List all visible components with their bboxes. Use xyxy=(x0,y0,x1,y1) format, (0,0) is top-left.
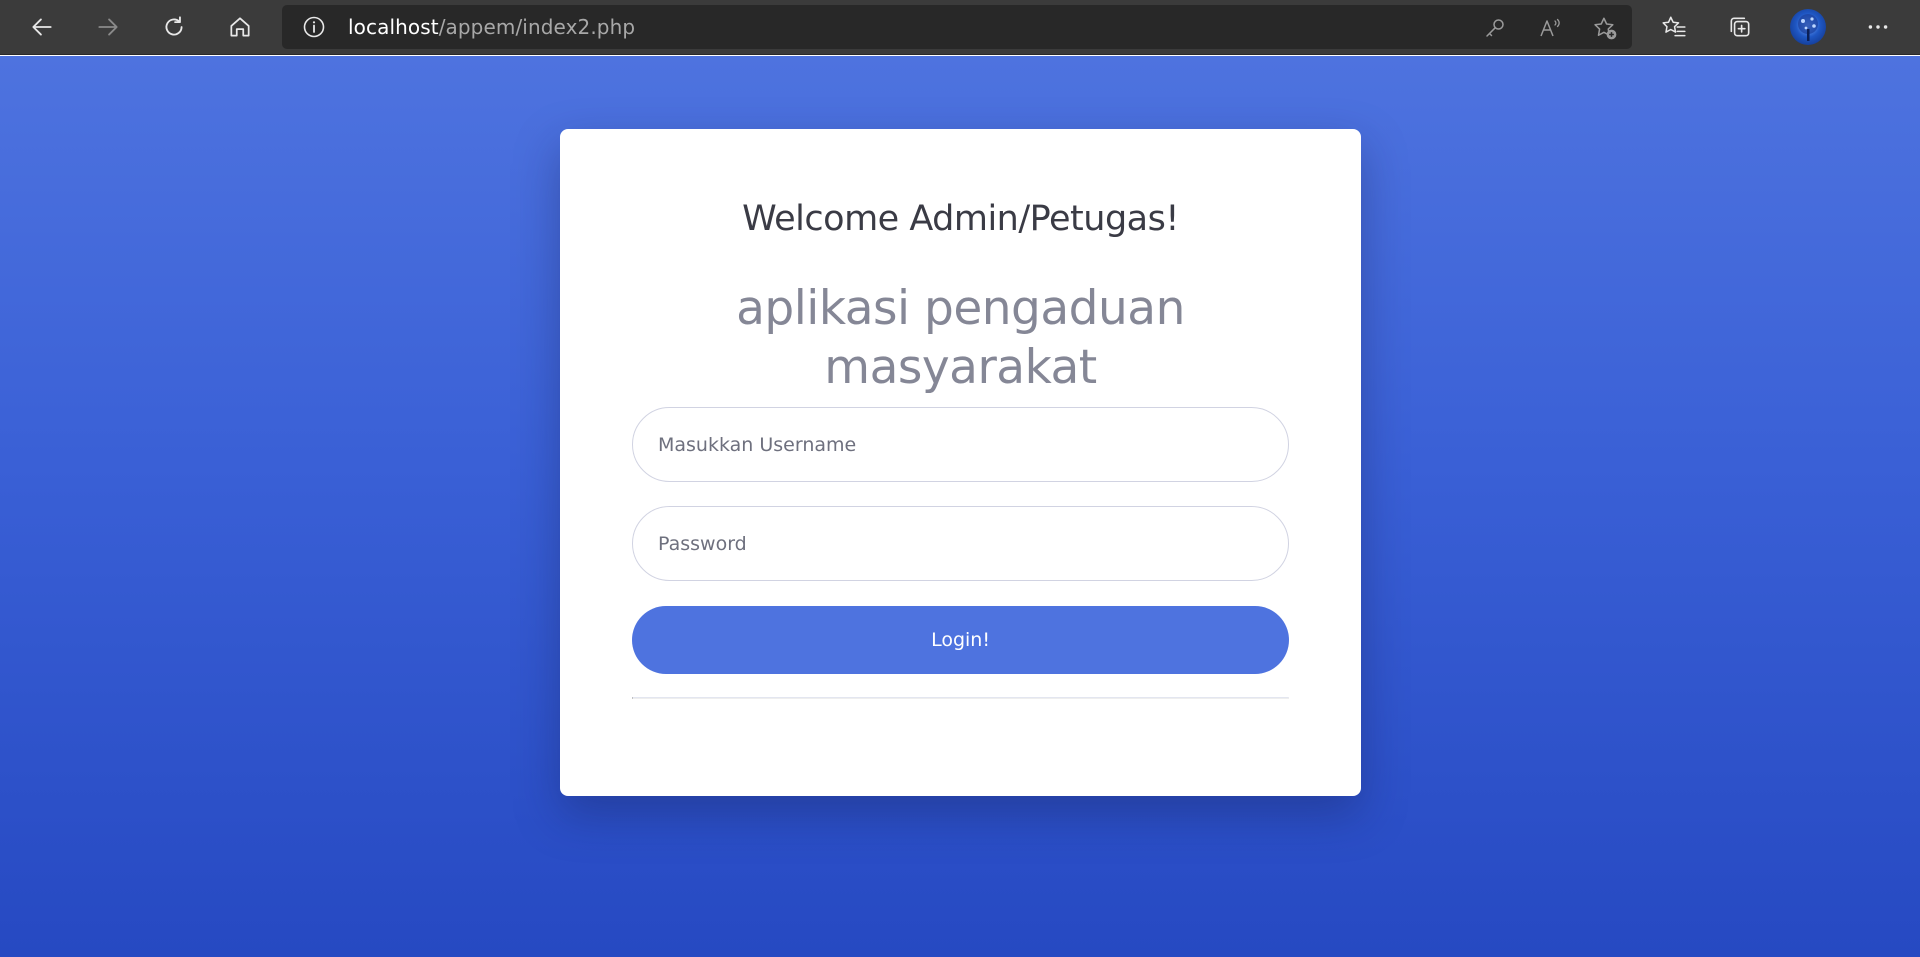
back-button[interactable] xyxy=(24,9,60,45)
more-button[interactable] xyxy=(1860,9,1896,45)
collections-icon xyxy=(1730,17,1750,37)
forward-icon xyxy=(98,18,118,36)
home-icon xyxy=(230,17,250,37)
read-aloud-button[interactable] xyxy=(1537,15,1563,41)
url-path: /appem/index2.php xyxy=(438,15,636,39)
address-bar[interactable]: localhost/appem/index2.php xyxy=(282,5,1632,49)
back-icon xyxy=(32,18,52,36)
username-input[interactable] xyxy=(632,407,1289,482)
url-host: localhost xyxy=(348,15,439,39)
app-name-heading: aplikasi pengaduan masyarakat xyxy=(736,281,1185,395)
password-key-button[interactable] xyxy=(1482,15,1508,41)
page-background: Welcome Admin/Petugas! aplikasi pengadua… xyxy=(0,56,1920,957)
favorites-icon xyxy=(1662,16,1686,37)
add-favorite-button[interactable] xyxy=(1592,15,1618,41)
forward-button[interactable] xyxy=(90,9,126,45)
read-aloud-icon xyxy=(1540,18,1560,37)
site-info-icon[interactable] xyxy=(302,15,326,39)
collections-button[interactable] xyxy=(1722,9,1758,45)
more-icon xyxy=(1868,25,1888,29)
welcome-heading: Welcome Admin/Petugas! xyxy=(742,199,1179,239)
profile-tree-icon xyxy=(1798,14,1818,41)
home-button[interactable] xyxy=(222,9,258,45)
login-card: Welcome Admin/Petugas! aplikasi pengadua… xyxy=(560,129,1361,796)
url-text[interactable]: localhost/appem/index2.php xyxy=(348,5,635,49)
divider xyxy=(632,697,1289,699)
refresh-button[interactable] xyxy=(156,9,192,45)
key-icon xyxy=(1486,19,1504,37)
password-input[interactable] xyxy=(632,506,1289,581)
browser-toolbar: localhost/appem/index2.php xyxy=(0,0,1920,55)
refresh-icon xyxy=(165,16,183,36)
profile-avatar[interactable] xyxy=(1790,9,1826,45)
add-favorite-icon xyxy=(1594,17,1617,40)
login-button[interactable]: Login! xyxy=(632,606,1289,674)
favorites-button[interactable] xyxy=(1656,9,1692,45)
